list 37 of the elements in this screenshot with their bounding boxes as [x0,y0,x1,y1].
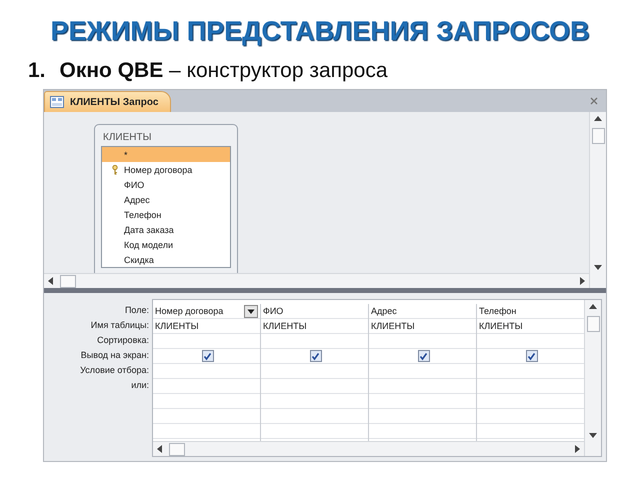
row-label: Имя таблицы: [90,319,150,332]
query-icon [50,96,64,108]
table-name-cell: КЛИЕНТЫ [155,321,199,331]
field-item[interactable]: Скидка [102,252,230,267]
scrollbar-thumb[interactable] [592,128,604,144]
field-item[interactable]: Телефон [102,207,230,222]
show-checkbox[interactable] [418,350,430,362]
field-item[interactable]: Адрес [102,192,230,207]
row-label: Вывод на экран: [80,349,150,362]
field-item[interactable]: ФИО [102,177,230,192]
field-item[interactable]: * [102,147,230,162]
field-combo[interactable]: Номер договора [153,304,260,319]
row-label: Поле: [124,304,150,317]
table-name-cell: КЛИЕНТЫ [371,321,415,331]
scrollbar-thumb[interactable] [586,316,600,332]
show-checkbox[interactable] [202,350,214,362]
scrollbar-thumb[interactable] [60,274,76,288]
row-label: или: [130,379,150,392]
field-item[interactable]: Номер договора [102,162,230,177]
close-icon[interactable] [590,97,598,105]
table-name-cell: КЛИЕНТЫ [263,321,307,331]
show-checkbox[interactable] [526,350,538,362]
show-checkbox[interactable] [310,350,322,362]
document-tab[interactable]: КЛИЕНТЫ Запрос [44,91,172,112]
slide-title: РЕЖИМЫ ПРЕДСТАВЛЕНИЯ ЗАПРОСОВ [49,16,591,47]
table-name-cell: КЛИЕНТЫ [479,321,523,331]
field-item[interactable]: Дата заказа [102,222,230,237]
field-item[interactable]: Код модели [102,237,230,252]
table-name: КЛИЕНТЫ [102,131,152,145]
row-label: Сортировка: [96,334,150,347]
point-text: Окно QBE – конструктор запроса [60,59,388,83]
dropdown-icon[interactable] [244,304,258,318]
field-combo[interactable]: Адрес [369,304,476,319]
field-combo[interactable]: ФИО [261,304,368,319]
scrollbar-thumb[interactable] [169,442,185,456]
list-number: 1. [28,59,46,83]
row-label: Условие отбора: [79,364,150,377]
